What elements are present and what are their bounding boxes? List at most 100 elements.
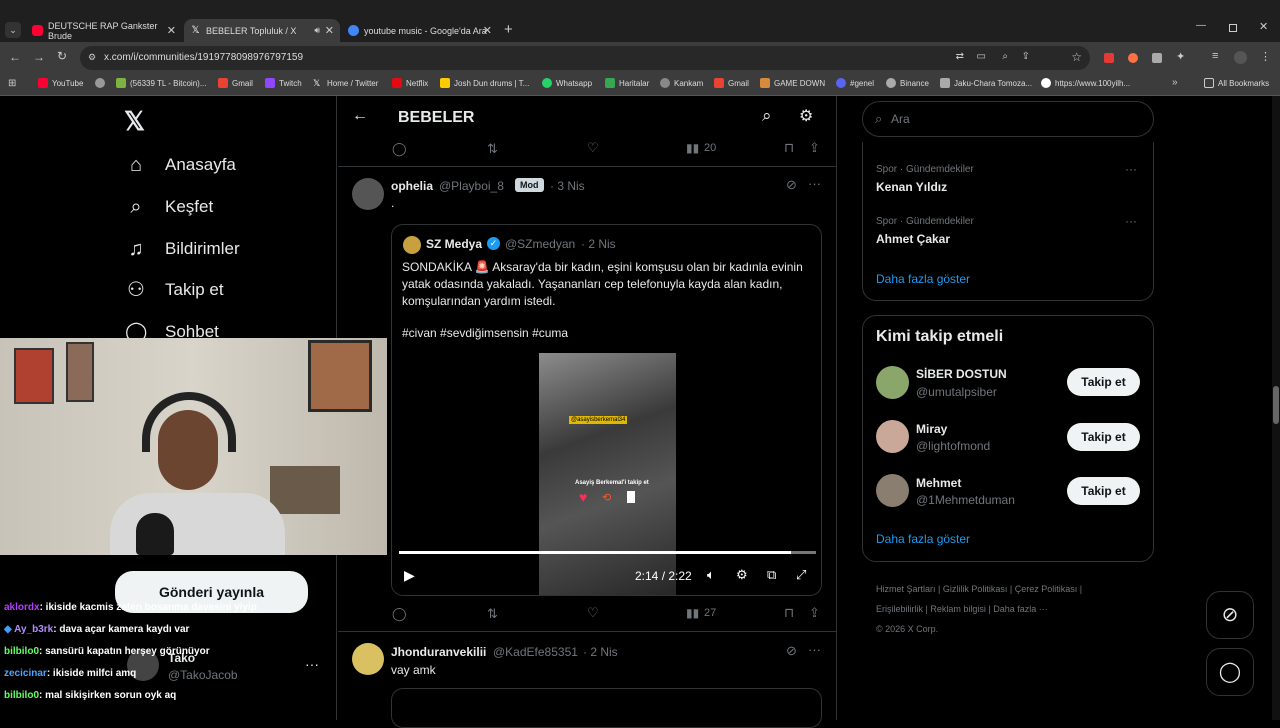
tab-google[interactable]: youtube music - Google'da Ara ✕ [342,19,498,42]
more-icon[interactable]: ··· [808,642,821,657]
author-name[interactable]: Jhonduranvekilii [391,645,486,659]
fullscreen-icon[interactable]: ⤢ [796,567,806,583]
bookmark-gmail[interactable]: Gmail [218,78,253,88]
post-ophelia[interactable]: ophelia @Playboi_8 Mod · 3 Nis ⊘ ··· . S… [338,168,836,632]
share-icon[interactable]: ⇪ [809,605,820,621]
follow-name[interactable]: Miray [916,422,947,436]
back-icon[interactable]: ← [9,50,21,64]
quoted-post[interactable] [391,688,822,728]
reload-icon[interactable]: ↻ [57,49,67,63]
show-more-link[interactable]: Daha fazla göster [876,272,970,286]
bookmark-maps[interactable]: Haritalar [605,78,649,88]
bookmark-game-down[interactable]: GAME DOWN [760,78,825,88]
video-settings-icon[interactable]: ⚙ [736,567,748,583]
bookmark-kankam[interactable]: Kankam [660,78,703,88]
bookmark-bitcoin[interactable]: (56339 TL - Bitcoin)... [116,78,206,88]
scrollbar-thumb[interactable] [1273,386,1279,424]
nav-home[interactable]: ⌂ Anasayfa [125,154,236,176]
browser-menu-icon[interactable]: ⋮ [1260,50,1271,63]
quoted-post[interactable]: SZ Medya ✓ @SZmedyan · 2 Nis SONDAKİKA 🚨… [391,224,822,596]
video-player[interactable]: @asayisberkemal34 Asayiş Berkemal'i taki… [392,353,821,595]
quoted-hashtags[interactable]: #civan #sevdiğimsensin #cuma [402,326,568,340]
bookmark-discord[interactable]: #genel [836,78,874,88]
more-bookmarks-icon[interactable]: » [1172,77,1178,88]
grok-icon[interactable]: ⊘ [786,643,797,659]
media-icon[interactable]: ≡ [1212,50,1218,62]
bookmark-binance[interactable]: Binance [886,78,929,88]
repost-icon[interactable]: ⇅ [487,141,498,157]
bookmark-twitter[interactable]: 𝕏 Home / Twitter [313,78,378,88]
bookmark-globe[interactable] [95,78,105,88]
audio-icon[interactable]: 🔊︎ [314,25,320,36]
share-icon[interactable]: ⇪ [1022,51,1030,62]
extension-red-icon[interactable] [1104,53,1114,63]
minimize-icon[interactable]: — [1196,20,1206,31]
nav-explore[interactable]: ⌕ Keşfet [125,196,213,218]
footer-link[interactable]: Erişilebilirlik [876,604,923,614]
settings-gear-icon[interactable]: ⚙ [799,106,813,126]
footer-link[interactable]: Reklam bilgisi [930,604,986,614]
grok-icon[interactable]: ⊘ [786,177,797,193]
site-info-icon[interactable]: ⚙ [88,52,96,63]
quoted-author-handle[interactable]: @SZmedyan [505,237,575,251]
tab-bebeler[interactable]: 𝕏 BEBELER Topluluk / X 🔊︎ ✕ [184,19,340,42]
bookmark-icon[interactable]: ⊓ [784,140,794,156]
tab-search-button[interactable]: ⌄ [5,22,21,38]
messages-float-button[interactable]: ◯ [1206,648,1254,696]
trend-more-icon[interactable]: ··· [1125,162,1137,176]
grok-float-button[interactable]: ⊘ [1206,591,1254,639]
avatar[interactable] [352,178,384,210]
show-more-link[interactable]: Daha fazla göster [876,532,970,546]
trend-more-icon[interactable]: ··· [1125,214,1137,228]
tab-youtube[interactable]: DEUTSCHE RAP Gankster Brude ✕ [26,19,182,42]
bookmark-100yil[interactable]: https://www.100yilh... [1041,78,1130,88]
follow-button[interactable]: Takip et [1067,477,1140,505]
trend-name[interactable]: Kenan Yıldız [876,180,947,194]
follow-button[interactable]: Takip et [1067,368,1140,396]
tab-close-icon[interactable]: ✕ [483,24,492,37]
play-icon[interactable]: ▶ [404,567,415,584]
post-jhonduran[interactable]: Jhonduranvekilii @KadEfe85351 · 2 Nis ⊘ … [338,633,836,728]
avatar[interactable] [352,643,384,675]
tab-close-icon[interactable]: ✕ [325,24,334,37]
bookmark-twitch[interactable]: Twitch [265,78,302,88]
bookmark-josh-dun[interactable]: Josh Dun drums | T... [440,78,529,88]
bookmark-youtube[interactable]: YouTube [38,78,83,88]
forward-icon[interactable]: → [33,50,45,64]
author-handle[interactable]: @Playboi_8 [439,179,504,193]
trend-name[interactable]: Ahmet Çakar [876,232,950,246]
bookmark-star-icon[interactable]: ☆ [1071,50,1082,64]
search-icon[interactable]: ⌕ [762,106,772,126]
pip-icon[interactable]: ⧉ [767,567,776,583]
footer-link[interactable]: Daha fazla ··· [993,604,1048,614]
nav-follow[interactable]: ⚇ Takip et [125,279,224,301]
author-name[interactable]: ophelia [391,179,433,193]
views-icon[interactable]: ▮▮ [686,141,699,155]
restore-icon[interactable] [1229,24,1237,32]
search-input[interactable]: ⌕ Ara [862,101,1154,137]
bookmark-netflix[interactable]: Netflix [392,78,428,88]
footer-link[interactable]: Çerez Politikası [1015,584,1078,594]
like-icon[interactable]: ♡ [587,605,599,621]
volume-icon[interactable]: 🔈︎ [707,567,715,583]
reply-icon[interactable]: ◯ [392,606,407,622]
nav-notifications[interactable]: ♫ Bildirimler [125,238,240,260]
quoted-author-name[interactable]: SZ Medya [426,237,482,251]
translate-icon[interactable]: ⇄ [956,51,964,62]
follow-avatar[interactable] [876,474,909,507]
post-time[interactable]: · 2 Nis [583,645,618,659]
video-progress-track[interactable] [399,551,816,554]
install-icon[interactable]: ▭ [977,51,986,62]
share-icon[interactable]: ⇪ [809,140,820,156]
like-icon[interactable]: ♡ [587,140,599,156]
zoom-icon[interactable]: ⌕ [1002,51,1008,62]
all-bookmarks[interactable]: All Bookmarks [1204,78,1269,88]
tab-close-icon[interactable]: ✕ [167,24,176,37]
new-tab-button[interactable]: + [504,21,513,38]
x-logo-icon[interactable]: 𝕏 [124,106,145,137]
more-icon[interactable]: ··· [808,176,821,191]
reply-icon[interactable]: ◯ [392,141,407,157]
apps-grid-icon[interactable]: ⊞ [8,78,16,89]
bookmark-jaku[interactable]: Jaku-Chara Tomoza... [940,78,1032,88]
bookmark-whatsapp[interactable]: Whatsapp [542,78,592,88]
